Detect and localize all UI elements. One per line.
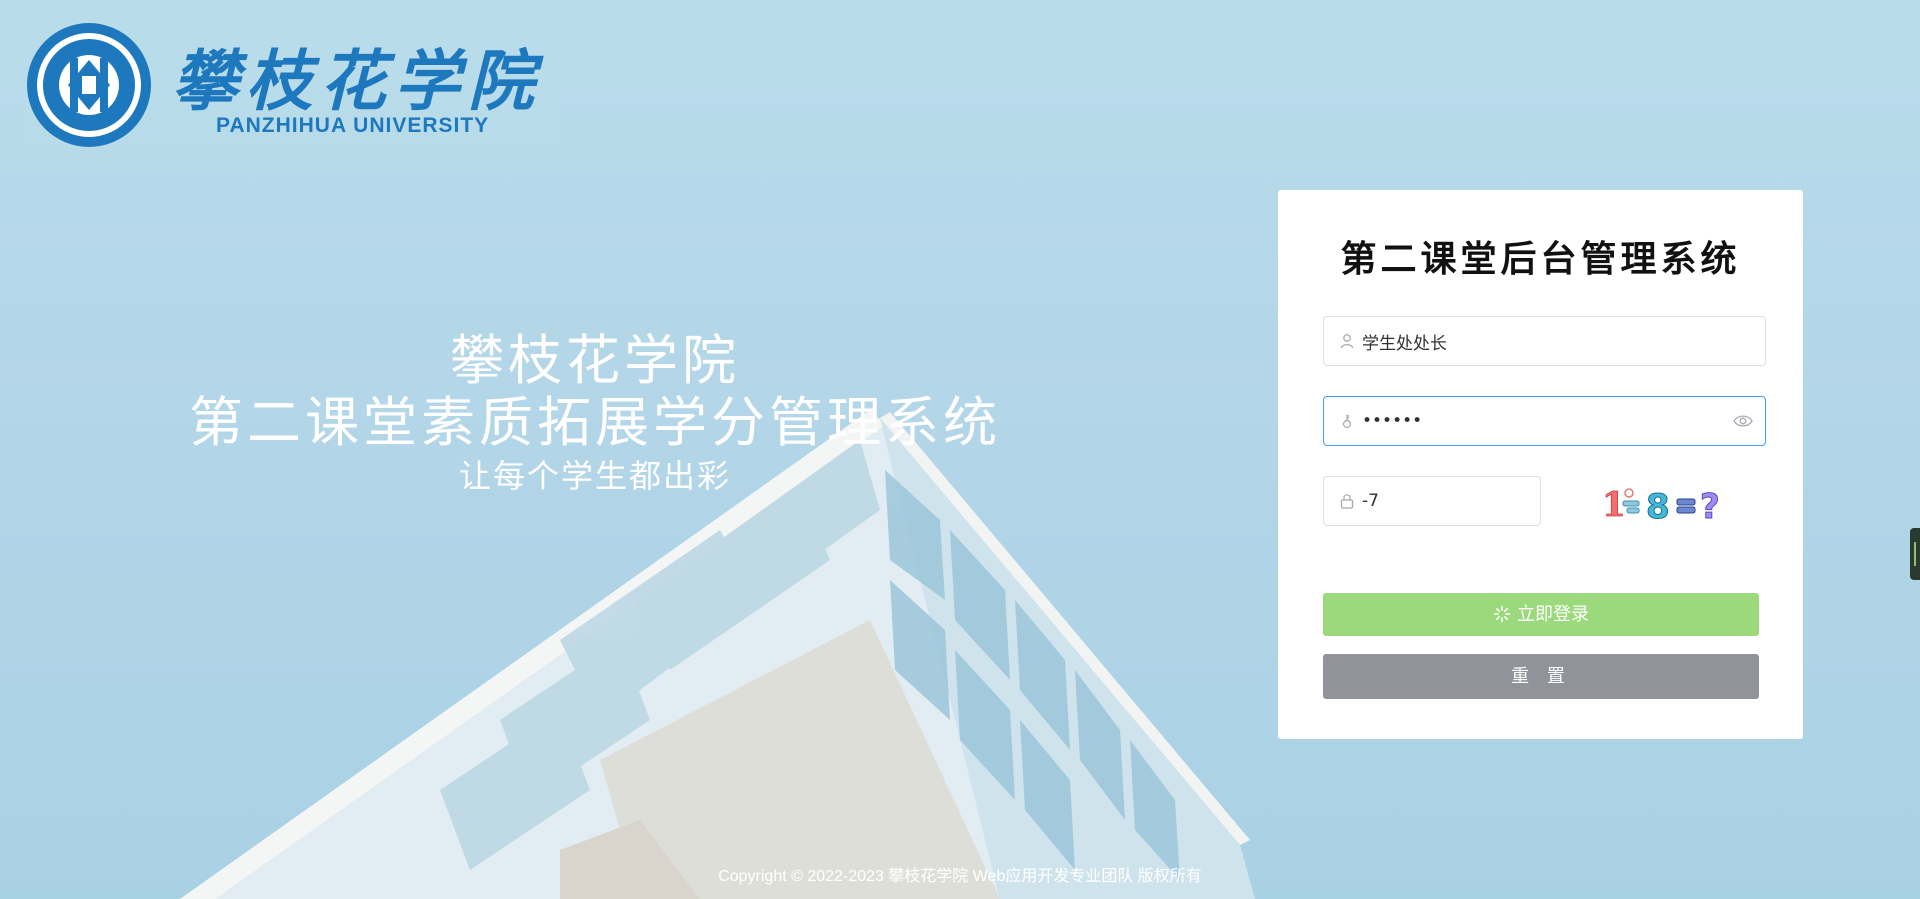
hero-system-name: 第二课堂素质拓展学分管理系统 <box>189 391 1001 454</box>
hero-text: 攀枝花学院 第二课堂素质拓展学分管理系统 让每个学生都出彩 <box>150 330 1040 496</box>
password-input[interactable] <box>1362 397 1712 445</box>
logo-english-name: PANZHIHUA UNIVERSITY <box>216 114 490 137</box>
captcha-input[interactable] <box>1362 477 1532 525</box>
reset-button[interactable]: 重 置 <box>1323 654 1759 699</box>
hero-university-name: 攀枝花学院 <box>450 329 740 392</box>
username-field[interactable] <box>1323 316 1766 366</box>
svg-text:8: 8 <box>1646 487 1670 527</box>
login-button-label: 立即登录 <box>1517 604 1589 625</box>
username-input[interactable] <box>1362 317 1752 365</box>
login-form: 第二课堂后台管理系统 学生处处长 •••••• -7 1 8 ? 立即登录 重 … <box>1278 190 1803 739</box>
loading-spinner-icon <box>1493 605 1511 622</box>
eye-icon[interactable] <box>1733 413 1753 429</box>
lock-icon <box>1340 494 1354 509</box>
university-logo: 攀枝花学院 PANZHIHUA UNIVERSITY <box>24 20 560 148</box>
login-button[interactable]: 立即登录 <box>1323 593 1759 636</box>
svg-text:1: 1 <box>1602 485 1626 525</box>
hero-slogan: 让每个学生都出彩 <box>458 457 731 495</box>
copyright-footer: Copyright © 2022-2023 攀枝花学院 Web应用开发专业团队 … <box>718 868 1202 885</box>
password-field[interactable] <box>1323 396 1766 446</box>
login-page: 攀枝花学院 PANZHIHUA UNIVERSITY 攀枝花学院 第二课堂素质拓… <box>0 0 1920 899</box>
key-icon <box>1342 414 1352 429</box>
user-icon <box>1340 334 1354 349</box>
svg-text:?: ? <box>1700 487 1720 527</box>
login-title: 第二课堂后台管理系统 <box>1340 238 1741 280</box>
university-emblem-icon <box>27 23 151 147</box>
logo-chinese-name: 攀枝花学院 <box>172 42 542 120</box>
captcha-field[interactable] <box>1323 476 1541 526</box>
captcha-image[interactable]: 1 8 ? <box>1594 478 1734 528</box>
side-drawer-handle[interactable] <box>1910 528 1920 580</box>
